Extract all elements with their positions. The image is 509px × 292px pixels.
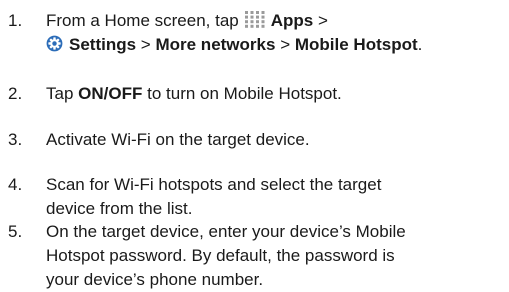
more-networks-label: More networks <box>155 35 276 54</box>
step-text: From a Home screen, tap Apps > Settings … <box>46 9 501 57</box>
step-number: 4. <box>8 175 23 194</box>
mobile-hotspot-label: Mobile Hotspot <box>294 35 418 54</box>
step-line: Activate Wi-Fi on the target device. <box>46 130 310 149</box>
separator: > <box>280 35 291 54</box>
step-line: Settings > More networks > Mobile Hotspo… <box>46 33 501 57</box>
punctuation: . <box>417 35 423 54</box>
step-text: On the target device, enter your device’… <box>46 220 501 292</box>
step-number: 5. <box>8 222 23 241</box>
step-number: 2. <box>8 84 23 103</box>
settings-gear-icon <box>46 35 63 52</box>
on-off-label: ON/OFF <box>78 84 143 103</box>
step-line: Tap ON/OFF to turn on Mobile Hotspot. <box>46 82 501 106</box>
step-line: Scan for Wi-Fi hotspots and select the t… <box>46 175 382 194</box>
step-text: Scan for Wi-Fi hotspots and select the t… <box>46 173 501 221</box>
step-text: Tap ON/OFF to turn on Mobile Hotspot. <box>46 82 501 106</box>
step-number: 3. <box>8 130 23 149</box>
settings-label: Settings <box>69 35 137 54</box>
step-line: device from the list. <box>46 199 193 218</box>
step-text-part: From a Home screen, tap <box>46 11 239 30</box>
apps-label: Apps <box>270 11 314 30</box>
step-text-part: to turn on Mobile Hotspot. <box>147 84 342 103</box>
step-line: Hotspot password. By default, the passwo… <box>46 246 395 265</box>
step-line: your device’s phone number. <box>46 270 264 289</box>
step-line: From a Home screen, tap Apps > <box>46 9 501 33</box>
step-text-part: Tap <box>46 84 74 103</box>
apps-grid-icon <box>244 11 265 28</box>
separator: > <box>140 35 151 54</box>
step-number: 1. <box>8 11 23 30</box>
step-line: On the target device, enter your device’… <box>46 222 406 241</box>
step-text: Activate Wi-Fi on the target device. <box>46 128 501 152</box>
separator: > <box>317 11 328 30</box>
